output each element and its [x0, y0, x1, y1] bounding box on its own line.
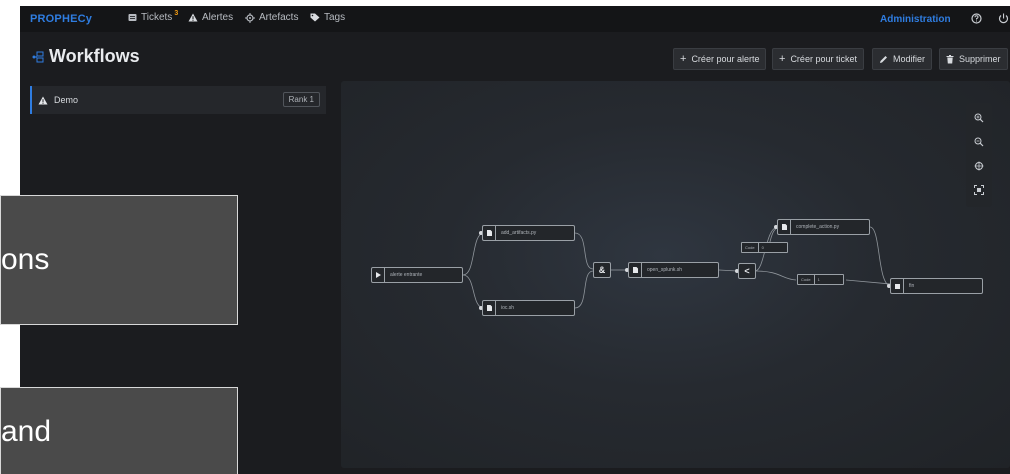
overlay-callout-1: ons — [0, 195, 238, 325]
node-ioc[interactable]: ioc.sh — [482, 300, 575, 316]
nav-artefacts-label: Artefacts — [259, 12, 299, 23]
nav-tickets-label: Tickets — [141, 12, 173, 23]
workflow-canvas[interactable]: alerte entrante add_artifacts.py ioc.sh … — [341, 81, 1010, 468]
artefacts-icon — [245, 12, 255, 23]
zoom-controls — [966, 103, 992, 207]
center-icon[interactable] — [972, 159, 986, 173]
node-complete-action[interactable]: complete_action.py — [777, 219, 870, 235]
warning-icon — [38, 96, 48, 104]
nav-tickets[interactable]: Tickets 3 — [128, 10, 179, 23]
merge-gate[interactable]: & — [593, 262, 611, 278]
zoom-out-icon[interactable] — [972, 135, 986, 149]
power-icon[interactable] — [998, 13, 1009, 24]
top-navbar: PROPHECy Tickets 3 Alertes Artefacts Tag… — [20, 6, 1010, 32]
zoom-in-icon[interactable] — [972, 111, 986, 125]
page-title-text: Workflows — [49, 46, 140, 66]
ticket-icon — [128, 14, 137, 21]
tickets-count-badge: 3 — [174, 10, 179, 17]
administration-link[interactable]: Administration — [880, 14, 951, 25]
node-fin[interactable]: fin — [890, 278, 983, 294]
nav-artefacts[interactable]: Artefacts — [245, 12, 298, 23]
page-title: Workflows — [32, 46, 140, 67]
nav-tags-label: Tags — [324, 12, 346, 23]
nav-alertes[interactable]: Alertes — [188, 12, 233, 23]
node-add-artifacts[interactable]: add_artifacts.py — [482, 225, 575, 241]
nav-alertes-label: Alertes — [202, 12, 234, 23]
workflow-name: Demo — [54, 95, 79, 105]
tag-icon — [310, 13, 320, 22]
create-for-alert-button[interactable]: + Créer pour alerte — [673, 48, 767, 70]
play-icon — [372, 268, 385, 282]
file-icon — [778, 220, 791, 234]
condition-code-0[interactable]: Code 0 — [741, 242, 788, 253]
file-icon — [483, 301, 496, 315]
condition-code-1[interactable]: Code 1 — [797, 274, 844, 285]
stop-icon — [891, 279, 904, 293]
trash-icon — [946, 54, 954, 63]
overlay-callout-2: and — [0, 387, 238, 474]
warning-icon — [188, 13, 198, 22]
pencil-icon — [880, 55, 887, 63]
node-open-splunk[interactable]: open_splunk.sh — [628, 262, 719, 278]
file-icon — [629, 263, 642, 277]
node-alerte-entrante[interactable]: alerte entrante — [371, 267, 463, 283]
workflow-list-item[interactable]: Demo Rank 1 — [30, 86, 326, 114]
plus-icon: + — [680, 53, 687, 65]
file-icon — [483, 226, 496, 240]
brand-logo[interactable]: PROPHECy — [30, 13, 92, 25]
create-for-ticket-button[interactable]: + Créer pour ticket — [772, 48, 864, 70]
branch-gate[interactable]: < — [738, 263, 756, 279]
help-icon[interactable] — [971, 13, 982, 24]
delete-button[interactable]: Supprimer — [939, 48, 1008, 70]
rank-badge: Rank 1 — [282, 92, 320, 107]
fit-icon[interactable] — [972, 183, 986, 197]
nav-tags[interactable]: Tags — [310, 12, 345, 23]
plus-icon: + — [779, 53, 786, 65]
edit-button[interactable]: Modifier — [872, 48, 933, 70]
workflow-icon — [32, 51, 44, 62]
